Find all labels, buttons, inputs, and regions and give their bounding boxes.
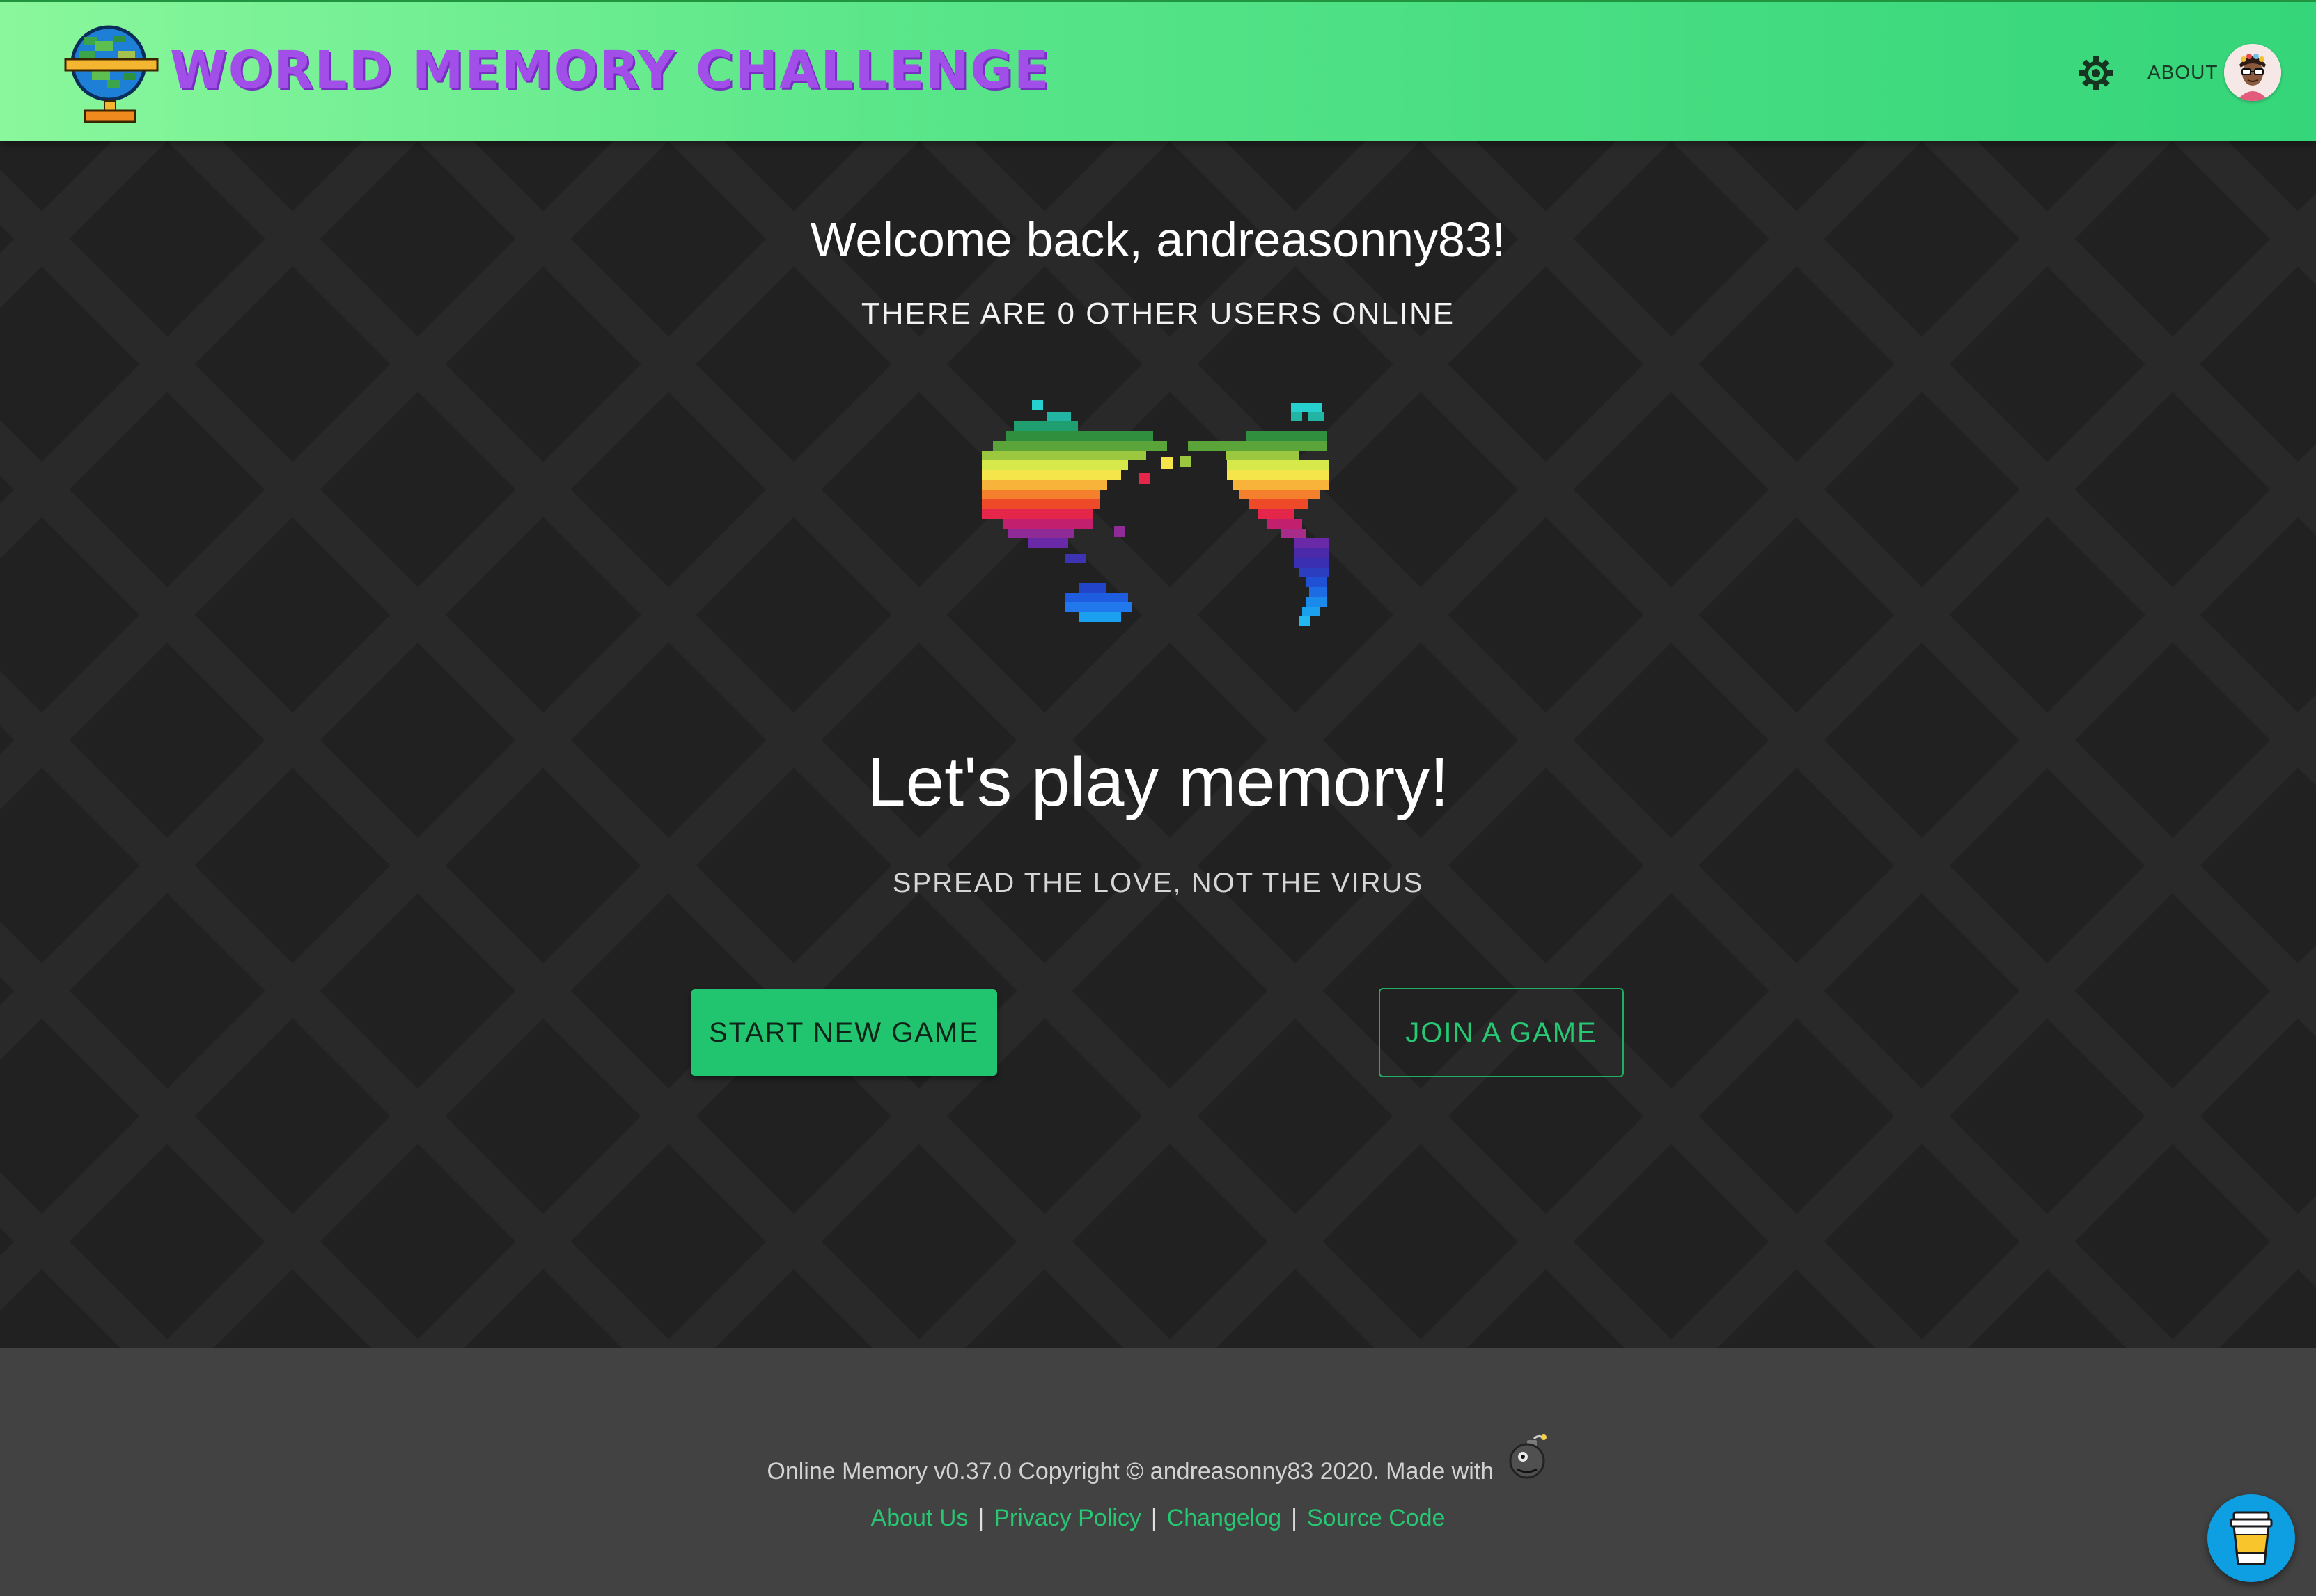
copyright-text: Online Memory v0.37.0 Copyright © andrea… xyxy=(767,1458,1494,1485)
app-title[interactable]: WORLD MEMORY CHALLENGE xyxy=(170,36,1050,105)
copyright-line: Online Memory v0.37.0 Copyright © andrea… xyxy=(0,1432,2316,1487)
join-game-button[interactable]: JOIN A GAME xyxy=(1379,988,1624,1077)
about-link[interactable]: ABOUT xyxy=(2147,61,2218,84)
about-us-link[interactable]: About Us xyxy=(871,1505,969,1531)
welcome-message: Welcome back, andreasonny83! xyxy=(810,212,1506,267)
changelog-link[interactable]: Changelog xyxy=(1167,1505,1281,1531)
headline: Let's play memory! xyxy=(866,743,1450,821)
link-separator: | xyxy=(978,1505,985,1531)
globe-logo-icon[interactable] xyxy=(64,20,162,126)
footer: Online Memory v0.37.0 Copyright © andrea… xyxy=(0,1348,2316,1596)
tagline: SPREAD THE LOVE, NOT THE VIRUS xyxy=(892,868,1424,898)
footer-links: About Us | Privacy Policy | Changelog | Source… xyxy=(0,1503,2316,1533)
coffee-cup-icon xyxy=(2230,1511,2273,1565)
source-code-link[interactable]: Source Code xyxy=(1307,1505,1445,1531)
buy-me-a-coffee-button[interactable] xyxy=(2207,1494,2295,1582)
avatar-face-icon xyxy=(2224,44,2281,101)
rainbow-world-map-icon xyxy=(982,400,1329,626)
bomb-icon xyxy=(1509,1434,1547,1479)
top-app-bar: WORLD MEMORY CHALLENGE ABOUT xyxy=(0,0,2316,141)
privacy-policy-link[interactable]: Privacy Policy xyxy=(994,1505,1141,1531)
start-new-game-button[interactable]: START NEW GAME xyxy=(691,989,997,1076)
home-main: Welcome back, andreasonny83! THERE ARE 0… xyxy=(0,141,2316,1348)
user-avatar[interactable] xyxy=(2224,44,2281,101)
link-separator: | xyxy=(1291,1505,1297,1531)
link-separator: | xyxy=(1150,1505,1157,1531)
users-online-count: THERE ARE 0 OTHER USERS ONLINE xyxy=(861,297,1455,331)
gear-icon[interactable] xyxy=(2078,55,2114,91)
